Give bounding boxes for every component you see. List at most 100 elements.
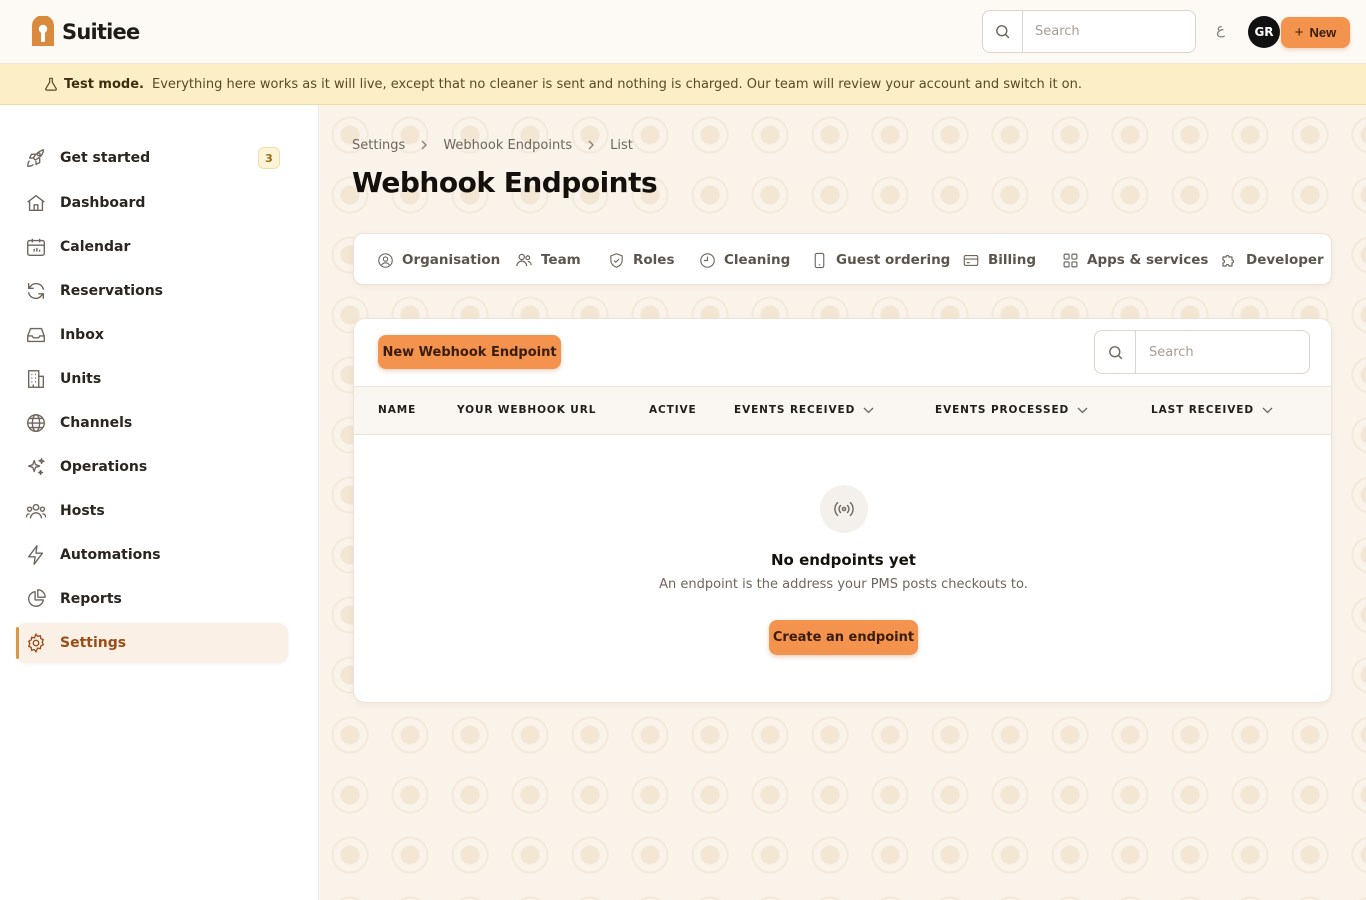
tab-roles[interactable]: Roles: [607, 234, 675, 286]
page-title: Webhook Endpoints: [352, 166, 658, 199]
logo[interactable]: Suitiee: [30, 16, 140, 48]
globe-icon: [24, 411, 48, 435]
tab-label: Guest ordering: [836, 252, 951, 268]
column-header-label: EVENTS PROCESSED: [935, 404, 1070, 416]
pie-chart-icon: [24, 587, 48, 611]
tab-organisation[interactable]: Organisation: [376, 234, 500, 286]
column-header-active: ACTIVE: [649, 404, 697, 416]
flask-icon: [45, 77, 57, 91]
user-circle-icon: [376, 251, 394, 269]
tab-apps-services[interactable]: Apps & services: [1061, 234, 1208, 286]
grid-icon: [1061, 251, 1079, 269]
sidebar-item-label: Get started: [60, 150, 151, 166]
search-icon: [983, 11, 1023, 52]
test-mode-banner: Test mode. Everything here works as it w…: [0, 64, 1366, 105]
table-search[interactable]: [1094, 330, 1310, 374]
credit-card-icon: [962, 251, 980, 269]
column-header-last-received[interactable]: LAST RECEIVED: [1151, 404, 1273, 416]
app-name: Suitiee: [62, 20, 140, 44]
plus-icon: +: [1294, 24, 1304, 41]
breadcrumb-list: List: [610, 138, 633, 153]
avatar[interactable]: GR: [1248, 16, 1280, 48]
home-icon: [24, 191, 48, 215]
sidebar-item-label: Calendar: [60, 239, 131, 255]
sidebar-item-label: Settings: [60, 635, 127, 651]
sparkles-icon: [24, 455, 48, 479]
language-switch[interactable]: ع: [1216, 20, 1225, 38]
tab-label: Roles: [633, 252, 675, 268]
bolt-icon: [24, 543, 48, 567]
sidebar-item-label: Reports: [60, 591, 122, 607]
count-badge: 3: [258, 147, 280, 169]
sidebar-item-label: Inbox: [60, 327, 104, 343]
tab-label: Cleaning: [724, 252, 791, 268]
sidebar-item-calendar[interactable]: Calendar: [16, 227, 288, 267]
users-icon: [24, 499, 48, 523]
sidebar-item-label: Hosts: [60, 503, 105, 519]
inbox-icon: [24, 323, 48, 347]
new-button[interactable]: + New: [1281, 17, 1350, 48]
tab-cleaning[interactable]: Cleaning: [698, 234, 790, 286]
settings-tabs: Organisation Team Roles Cleaning Guest o…: [353, 233, 1332, 285]
sidebar-item-inbox[interactable]: Inbox: [16, 315, 288, 355]
shield-icon: [607, 251, 625, 269]
global-search-input[interactable]: [1023, 24, 1193, 39]
sidebar-item-get-started[interactable]: Get started 3: [16, 138, 288, 178]
tab-label: Organisation: [402, 252, 501, 268]
chevron-down-icon: [1077, 407, 1088, 413]
column-header-label: EVENTS RECEIVED: [734, 404, 856, 416]
column-header-name: NAME: [378, 404, 416, 416]
sidebar-item-units[interactable]: Units: [16, 359, 288, 399]
tab-label: Billing: [988, 252, 1037, 268]
banner-message: Everything here works as it will live, e…: [151, 76, 1083, 92]
keyhole-logo-icon: [32, 16, 54, 46]
new-button-label: New: [1309, 25, 1337, 40]
tab-label: Developer: [1246, 252, 1324, 268]
empty-state-title: No endpoints yet: [771, 551, 916, 569]
sidebar-item-dashboard[interactable]: Dashboard: [16, 183, 288, 223]
table-search-input[interactable]: [1136, 344, 1306, 360]
global-search[interactable]: [982, 10, 1196, 53]
endpoints-table-card: New Webhook Endpoint NAME YOUR WEBHOOK U…: [353, 318, 1332, 703]
sidebar-item-operations[interactable]: Operations: [16, 447, 288, 487]
sidebar-item-settings[interactable]: Settings: [16, 623, 288, 663]
sidebar-item-label: Units: [60, 371, 102, 387]
phone-icon: [810, 251, 828, 269]
column-header-events-processed[interactable]: EVENTS PROCESSED: [935, 404, 1088, 416]
banner-title: Test mode.: [64, 76, 144, 92]
empty-state-subtitle: An endpoint is the address your PMS post…: [659, 577, 1028, 592]
calendar-icon: [24, 235, 48, 259]
sidebar-item-reservations[interactable]: Reservations: [16, 271, 288, 311]
breadcrumb-webhook-endpoints[interactable]: Webhook Endpoints: [443, 138, 572, 153]
tab-developer[interactable]: Developer: [1220, 234, 1324, 286]
rocket-icon: [24, 146, 48, 170]
sidebar-item-label: Automations: [60, 547, 161, 563]
tab-team[interactable]: Team: [515, 234, 581, 286]
tab-billing[interactable]: Billing: [962, 234, 1036, 286]
sidebar-item-label: Channels: [60, 415, 133, 431]
create-endpoint-button[interactable]: Create an endpoint: [769, 620, 918, 655]
column-header-label: NAME: [378, 404, 417, 416]
column-header-webhook-url: YOUR WEBHOOK URL: [457, 404, 596, 416]
new-webhook-endpoint-button[interactable]: New Webhook Endpoint: [378, 335, 561, 369]
refresh-icon: [24, 279, 48, 303]
sidebar-item-channels[interactable]: Channels: [16, 403, 288, 443]
chevron-right-icon: [586, 139, 596, 153]
column-header-events-received[interactable]: EVENTS RECEIVED: [734, 404, 874, 416]
chevron-down-icon: [1262, 407, 1273, 413]
table-header: NAME YOUR WEBHOOK URL ACTIVE EVENTS RECE…: [354, 386, 1331, 435]
sidebar-item-label: Dashboard: [60, 195, 146, 211]
gear-icon: [24, 631, 48, 655]
search-icon: [1095, 331, 1136, 373]
chevron-right-icon: [419, 139, 429, 153]
sidebar-item-reports[interactable]: Reports: [16, 579, 288, 619]
broadcast-icon: [820, 485, 868, 533]
breadcrumb-settings[interactable]: Settings: [352, 138, 405, 153]
sidebar-item-hosts[interactable]: Hosts: [16, 491, 288, 531]
building-icon: [24, 367, 48, 391]
sidebar-item-automations[interactable]: Automations: [16, 535, 288, 575]
column-header-label: ACTIVE: [649, 404, 697, 416]
tab-guest-ordering[interactable]: Guest ordering: [810, 234, 950, 286]
clock-icon: [698, 251, 716, 269]
breadcrumb: Settings Webhook Endpoints List: [352, 138, 633, 153]
